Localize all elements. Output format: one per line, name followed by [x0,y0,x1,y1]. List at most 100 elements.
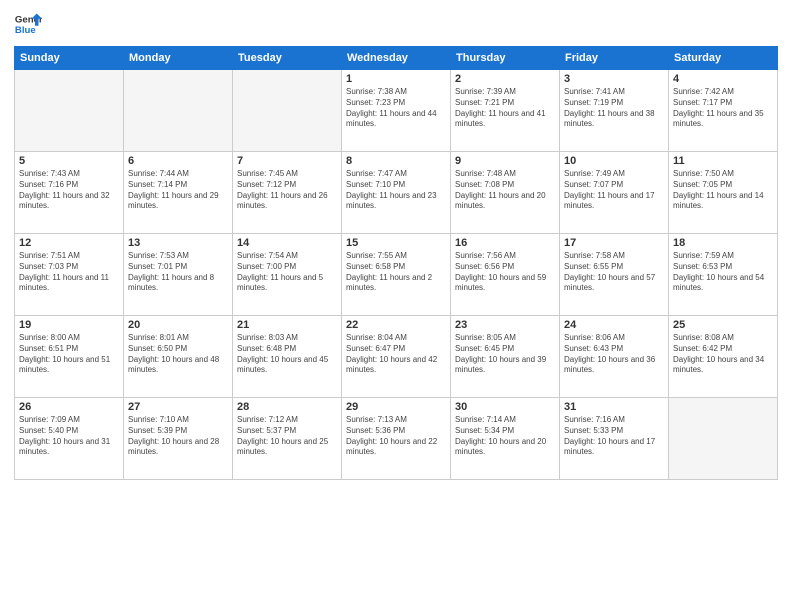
day-number: 4 [673,73,773,85]
day-info: Sunrise: 7:53 AM Sunset: 7:01 PM Dayligh… [128,251,228,294]
calendar-cell: 21 Sunrise: 8:03 AM Sunset: 6:48 PM Dayli… [233,316,342,398]
calendar-cell: 22Sunrise: 8:04 AM Sunset: 6:47 PM Dayli… [342,316,451,398]
calendar-cell: 23 Sunrise: 8:05 AM Sunset: 6:45 PM Dayli… [451,316,560,398]
weekday-header-row: SundayMondayTuesdayWednesdayThursdayFrid… [15,47,778,70]
day-number: 12 [19,237,119,249]
day-info: Sunrise: 7:16 AM Sunset: 5:33 PM Dayligh… [564,415,664,458]
day-number: 23 [455,319,555,331]
day-info: Sunrise: 7:42 AM Sunset: 7:17 PM Dayligh… [673,87,773,130]
day-info: Sunrise: 7:39 AM Sunset: 7:21 PM Dayligh… [455,87,555,130]
day-info: Sunrise: 7:09 AM Sunset: 5:40 PM Dayligh… [19,415,119,458]
calendar-cell: 5 Sunrise: 7:43 AM Sunset: 7:16 PM Daylig… [15,152,124,234]
day-info: Sunrise: 8:06 AM Sunset: 6:43 PM Dayligh… [564,333,664,376]
day-number: 2 [455,73,555,85]
day-number: 10 [564,155,664,167]
day-info: Sunrise: 7:14 AM Sunset: 5:34 PM Dayligh… [455,415,555,458]
day-number: 26 [19,401,119,413]
day-info: Sunrise: 7:54 AM Sunset: 7:00 PM Dayligh… [237,251,337,294]
calendar-cell [669,398,778,480]
calendar-cell: 31 Sunrise: 7:16 AM Sunset: 5:33 PM Dayli… [560,398,669,480]
day-info: Sunrise: 7:50 AM Sunset: 7:05 PM Dayligh… [673,169,773,212]
day-info: Sunrise: 7:41 AM Sunset: 7:19 PM Dayligh… [564,87,664,130]
day-number: 11 [673,155,773,167]
weekday-header-wednesday: Wednesday [342,47,451,70]
weekday-header-sunday: Sunday [15,47,124,70]
logo: General Blue [14,10,42,38]
day-info: Sunrise: 7:45 AM Sunset: 7:12 PM Dayligh… [237,169,337,212]
day-info: Sunrise: 7:44 AM Sunset: 7:14 PM Dayligh… [128,169,228,212]
calendar-cell: 7 Sunrise: 7:45 AM Sunset: 7:12 PM Daylig… [233,152,342,234]
day-number: 5 [19,155,119,167]
logo-icon: General Blue [14,10,42,38]
calendar-cell: 27 Sunrise: 7:10 AM Sunset: 5:39 PM Dayli… [124,398,233,480]
calendar-cell: 28Sunrise: 7:12 AM Sunset: 5:37 PM Dayli… [233,398,342,480]
day-info: Sunrise: 7:48 AM Sunset: 7:08 PM Dayligh… [455,169,555,212]
day-info: Sunrise: 7:38 AM Sunset: 7:23 PM Dayligh… [346,87,446,130]
day-info: Sunrise: 8:04 AM Sunset: 6:47 PM Dayligh… [346,333,446,376]
calendar-cell: 11 Sunrise: 7:50 AM Sunset: 7:05 PM Dayli… [669,152,778,234]
calendar-cell: 25 Sunrise: 8:08 AM Sunset: 6:42 PM Dayli… [669,316,778,398]
day-info: Sunrise: 7:43 AM Sunset: 7:16 PM Dayligh… [19,169,119,212]
calendar-cell: 19Sunrise: 8:00 AM Sunset: 6:51 PM Dayli… [15,316,124,398]
day-info: Sunrise: 7:55 AM Sunset: 6:58 PM Dayligh… [346,251,446,294]
calendar-cell [124,70,233,152]
day-info: Sunrise: 7:47 AM Sunset: 7:10 PM Dayligh… [346,169,446,212]
day-info: Sunrise: 7:13 AM Sunset: 5:36 PM Dayligh… [346,415,446,458]
day-info: Sunrise: 8:00 AM Sunset: 6:51 PM Dayligh… [19,333,119,376]
calendar-cell [233,70,342,152]
day-number: 13 [128,237,228,249]
day-number: 7 [237,155,337,167]
day-info: Sunrise: 7:49 AM Sunset: 7:07 PM Dayligh… [564,169,664,212]
day-info: Sunrise: 8:05 AM Sunset: 6:45 PM Dayligh… [455,333,555,376]
day-info: Sunrise: 7:10 AM Sunset: 5:39 PM Dayligh… [128,415,228,458]
day-number: 9 [455,155,555,167]
calendar-page: General Blue SundayMondayTuesdayWednesda… [0,0,792,612]
day-number: 29 [346,401,446,413]
day-number: 3 [564,73,664,85]
day-number: 31 [564,401,664,413]
day-number: 20 [128,319,228,331]
calendar-cell [15,70,124,152]
day-info: Sunrise: 7:59 AM Sunset: 6:53 PM Dayligh… [673,251,773,294]
week-row-3: 19Sunrise: 8:00 AM Sunset: 6:51 PM Dayli… [15,316,778,398]
calendar-cell: 17 Sunrise: 7:58 AM Sunset: 6:55 PM Dayli… [560,234,669,316]
day-number: 15 [346,237,446,249]
day-number: 27 [128,401,228,413]
page-header: General Blue [14,10,778,38]
calendar-cell: 16Sunrise: 7:56 AM Sunset: 6:56 PM Dayli… [451,234,560,316]
week-row-4: 26 Sunrise: 7:09 AM Sunset: 5:40 PM Dayli… [15,398,778,480]
day-number: 17 [564,237,664,249]
day-info: Sunrise: 8:08 AM Sunset: 6:42 PM Dayligh… [673,333,773,376]
weekday-header-monday: Monday [124,47,233,70]
day-number: 18 [673,237,773,249]
calendar-cell: 24Sunrise: 8:06 AM Sunset: 6:43 PM Dayli… [560,316,669,398]
weekday-header-friday: Friday [560,47,669,70]
day-info: Sunrise: 7:58 AM Sunset: 6:55 PM Dayligh… [564,251,664,294]
day-number: 6 [128,155,228,167]
calendar-cell: 10 Sunrise: 7:49 AM Sunset: 7:07 PM Dayli… [560,152,669,234]
calendar-cell: 9 Sunrise: 7:48 AM Sunset: 7:08 PM Daylig… [451,152,560,234]
calendar-cell: 12 Sunrise: 7:51 AM Sunset: 7:03 PM Dayli… [15,234,124,316]
calendar-cell: 1 Sunrise: 7:38 AM Sunset: 7:23 PM Daylig… [342,70,451,152]
week-row-1: 5 Sunrise: 7:43 AM Sunset: 7:16 PM Daylig… [15,152,778,234]
day-info: Sunrise: 7:56 AM Sunset: 6:56 PM Dayligh… [455,251,555,294]
calendar-cell: 15 Sunrise: 7:55 AM Sunset: 6:58 PM Dayli… [342,234,451,316]
day-number: 25 [673,319,773,331]
day-info: Sunrise: 7:51 AM Sunset: 7:03 PM Dayligh… [19,251,119,294]
calendar-cell: 3 Sunrise: 7:41 AM Sunset: 7:19 PM Daylig… [560,70,669,152]
day-info: Sunrise: 8:01 AM Sunset: 6:50 PM Dayligh… [128,333,228,376]
day-number: 1 [346,73,446,85]
weekday-header-saturday: Saturday [669,47,778,70]
day-number: 28 [237,401,337,413]
calendar-cell: 13 Sunrise: 7:53 AM Sunset: 7:01 PM Dayli… [124,234,233,316]
calendar-cell: 2 Sunrise: 7:39 AM Sunset: 7:21 PM Daylig… [451,70,560,152]
calendar-cell: 20 Sunrise: 8:01 AM Sunset: 6:50 PM Dayli… [124,316,233,398]
calendar-cell: 14Sunrise: 7:54 AM Sunset: 7:00 PM Dayli… [233,234,342,316]
day-number: 30 [455,401,555,413]
calendar-cell: 8Sunrise: 7:47 AM Sunset: 7:10 PM Daylig… [342,152,451,234]
week-row-0: 1 Sunrise: 7:38 AM Sunset: 7:23 PM Daylig… [15,70,778,152]
calendar-cell: 26 Sunrise: 7:09 AM Sunset: 5:40 PM Dayli… [15,398,124,480]
day-info: Sunrise: 8:03 AM Sunset: 6:48 PM Dayligh… [237,333,337,376]
day-number: 21 [237,319,337,331]
svg-text:Blue: Blue [15,25,36,36]
